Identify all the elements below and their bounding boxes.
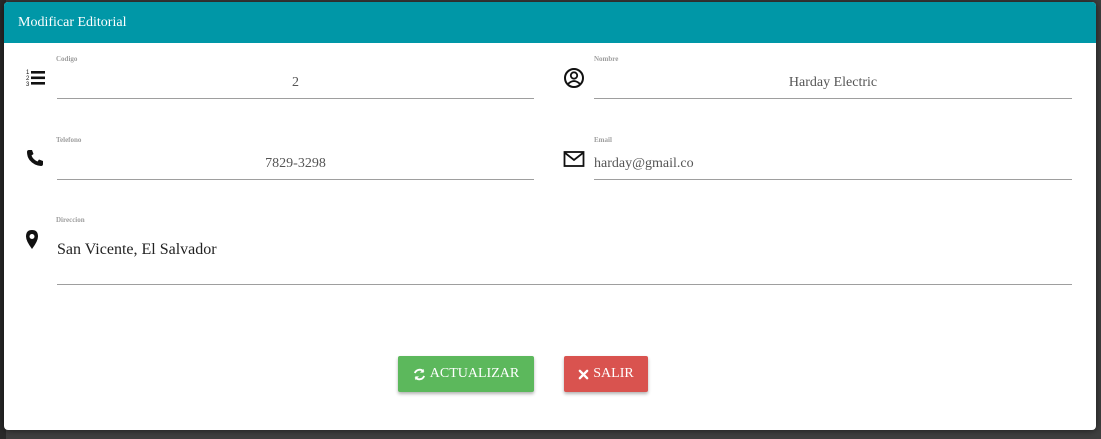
edit-publisher-modal: Modificar Editorial 1 2 3 Codigo Nombre: [4, 2, 1096, 430]
svg-text:3: 3: [26, 82, 30, 88]
phone-icon: [23, 146, 47, 170]
exit-button[interactable]: SALIR: [564, 356, 648, 392]
user-circle-icon: [562, 66, 586, 90]
refresh-icon: [413, 368, 426, 381]
email-label: Email: [594, 136, 612, 144]
telefono-input[interactable]: [57, 149, 534, 180]
list-ol-icon: 1 2 3: [24, 66, 48, 90]
nombre-input[interactable]: [594, 68, 1072, 99]
direccion-textarea[interactable]: San Vicente, El Salvador: [57, 228, 1072, 285]
modal-title: Modificar Editorial: [18, 14, 127, 30]
update-button[interactable]: ACTUALIZAR: [398, 356, 534, 392]
direccion-label: Direccion: [56, 216, 85, 224]
update-button-label: ACTUALIZAR: [429, 366, 520, 381]
nombre-label: Nombre: [594, 55, 619, 63]
codigo-label: Codigo: [56, 55, 78, 63]
email-input[interactable]: [594, 149, 1072, 180]
exit-button-label: SALIR: [593, 366, 634, 381]
map-marker-icon: [20, 228, 44, 252]
envelope-icon: [562, 147, 586, 171]
telefono-label: Telefono: [56, 136, 82, 144]
modal-header: Modificar Editorial: [4, 2, 1096, 43]
codigo-input[interactable]: [57, 68, 534, 99]
close-icon: [578, 369, 589, 380]
